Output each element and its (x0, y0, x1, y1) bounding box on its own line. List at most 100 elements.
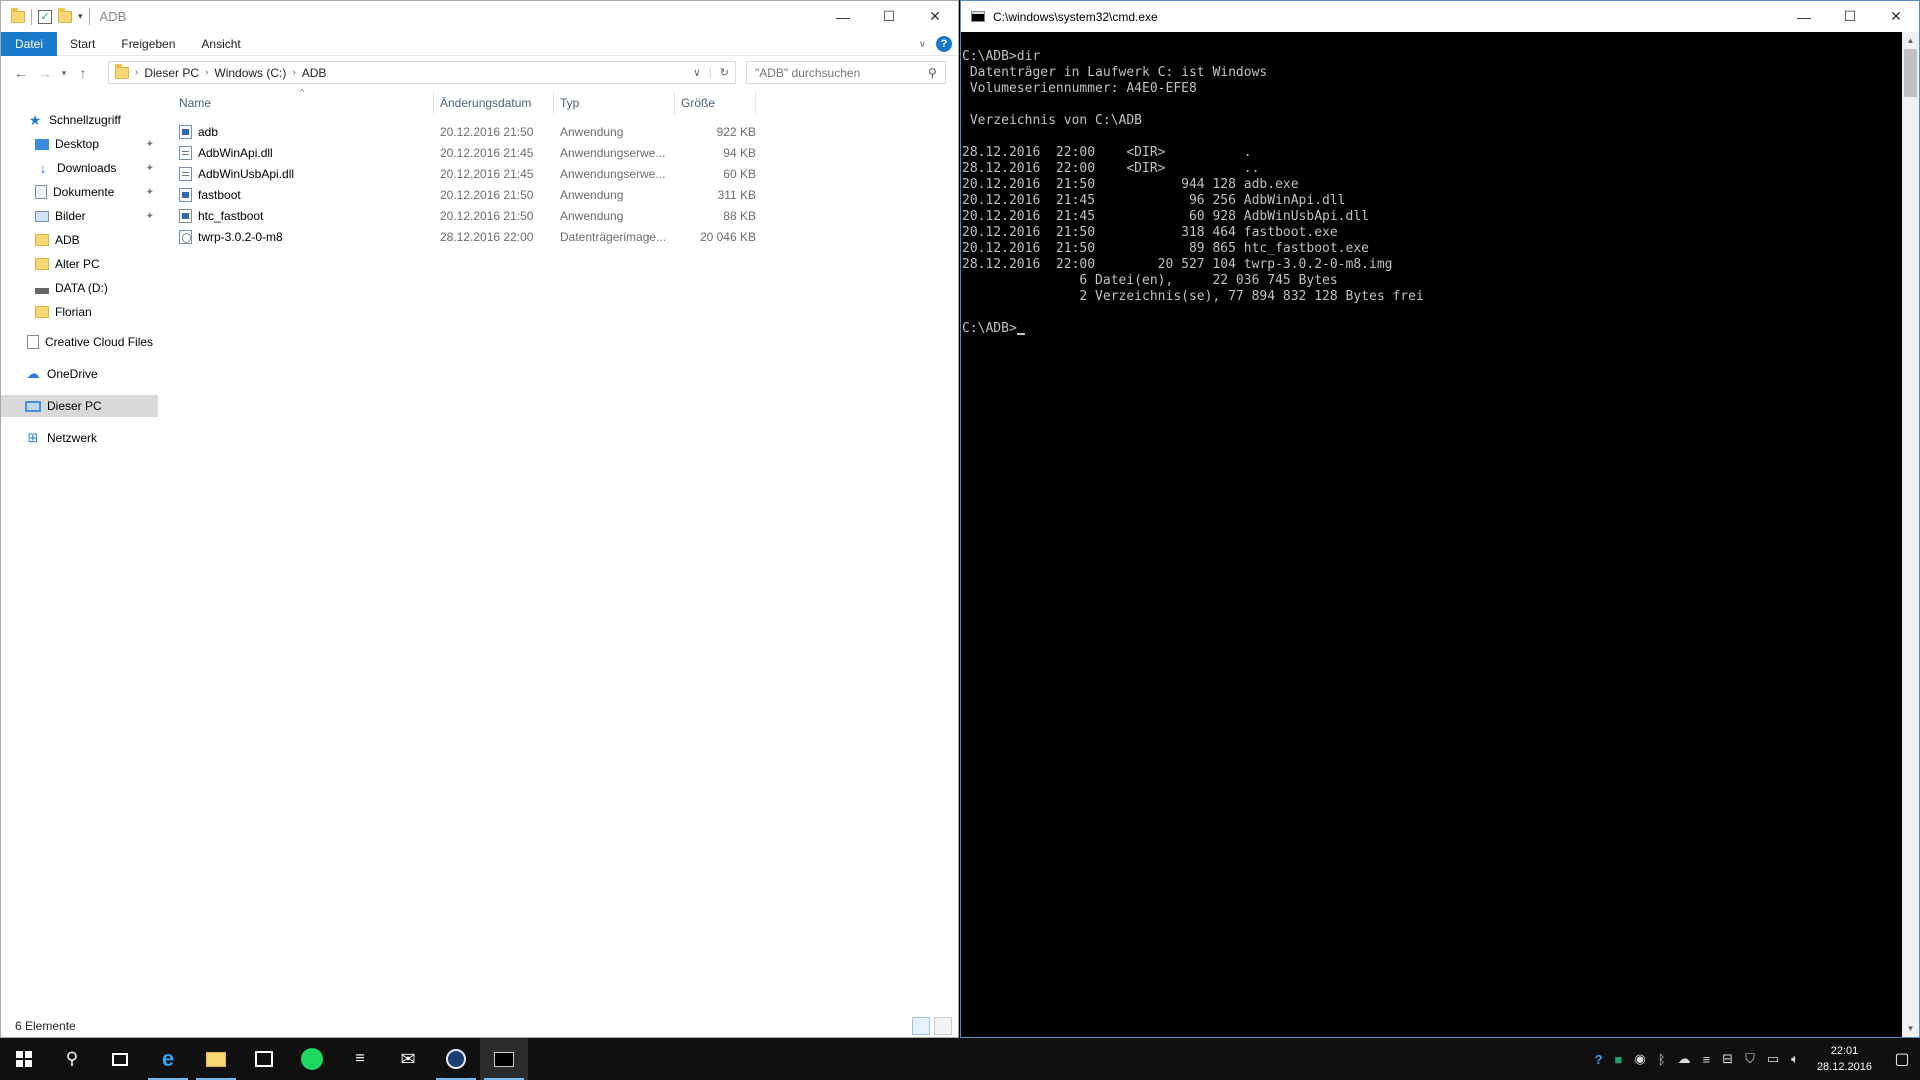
table-row[interactable]: AdbWinApi.dll 20.12.2016 21:45 Anwendung… (161, 142, 771, 163)
search-icon[interactable]: ⚲ (928, 66, 937, 80)
usb-icon[interactable]: ⊟ (1716, 1051, 1739, 1067)
taskbar-edge[interactable]: e (144, 1038, 192, 1080)
table-row[interactable]: fastboot 20.12.2016 21:50 Anwendung 311 … (161, 184, 771, 205)
column-header-name[interactable]: Name (161, 91, 434, 115)
file-name-text: AdbWinUsbApi.dll (198, 166, 295, 181)
ribbon-tabs: Datei Start Freigeben Ansicht ∨ ? (1, 31, 958, 56)
taskbar-forza[interactable]: ≡ (336, 1038, 384, 1080)
shield-icon[interactable]: ⛉ (1739, 1051, 1761, 1067)
breadcrumb-windows-c[interactable]: Windows (C:) (214, 66, 286, 80)
search-button[interactable]: ⚲ (48, 1038, 96, 1080)
nav-item-alter-pc[interactable]: Alter PC (1, 253, 158, 275)
forward-arrow-icon[interactable]: → (33, 65, 57, 81)
nav-item-florian[interactable]: Florian (1, 301, 158, 323)
ribbon-right: ∨ ? (919, 36, 952, 52)
taskbar-steam[interactable] (432, 1038, 480, 1080)
refresh-icon[interactable]: ↻ (720, 66, 729, 79)
nav-item-desktop[interactable]: Desktop ✦ (1, 133, 158, 155)
address-bar[interactable]: › Dieser PC › Windows (C:) › ADB ∨ | ↻ (108, 61, 736, 84)
scroll-thumb[interactable] (1904, 49, 1917, 97)
close-button[interactable]: ✕ (912, 1, 958, 32)
volume-icon[interactable]: 🔈︎ (1785, 1051, 1805, 1067)
pin-icon[interactable]: ✦ (146, 187, 154, 198)
help-icon[interactable]: ? (1589, 1052, 1609, 1067)
creative-cloud-icon (27, 335, 39, 349)
file-type: Anwendungserwe... (560, 145, 666, 160)
taskbar-spotify[interactable] (288, 1038, 336, 1080)
customize-qat-icon[interactable]: ▾ (78, 11, 83, 22)
tab-freigeben[interactable]: Freigeben (108, 32, 188, 56)
nav-creative-cloud[interactable]: Creative Cloud Files (1, 331, 158, 353)
chevron-right-icon[interactable]: › (292, 67, 295, 78)
nav-network[interactable]: ⊞ Netzwerk (1, 427, 158, 449)
address-row: ← → ▾ ↑ › Dieser PC › Windows (C:) › ADB… (1, 59, 958, 87)
task-view-button[interactable] (96, 1038, 144, 1080)
taskbar-explorer[interactable] (192, 1038, 240, 1080)
nav-item-data-d[interactable]: DATA (D:) (1, 277, 158, 299)
help-icon[interactable]: ? (936, 36, 952, 52)
search-input[interactable]: "ADB" durchsuchen (746, 61, 946, 84)
nav-onedrive[interactable]: ☁ OneDrive (1, 363, 158, 385)
recent-locations-icon[interactable]: ▾ (57, 68, 71, 79)
list-icon[interactable]: ≡ (1697, 1052, 1717, 1067)
back-arrow-icon[interactable]: ← (9, 65, 33, 81)
nav-item-bilder[interactable]: Bilder ✦ (1, 205, 158, 227)
application-icon (179, 208, 192, 223)
expand-ribbon-icon[interactable]: ∨ (919, 39, 926, 50)
nav-item-dokumente[interactable]: Dokumente ✦ (1, 181, 158, 203)
maximize-button[interactable]: ☐ (866, 1, 912, 32)
column-header-type[interactable]: Typ (554, 91, 675, 115)
nav-label: DATA (D:) (55, 281, 108, 295)
network-icon[interactable]: ▭ (1761, 1051, 1785, 1067)
tab-start[interactable]: Start (57, 32, 108, 56)
table-row[interactable]: twrp-3.0.2-0-m8 28.12.2016 22:00 Datentr… (161, 226, 771, 247)
nav-item-downloads[interactable]: ↓ Downloads ✦ (1, 157, 158, 179)
bluetooth-icon[interactable]: ᛒ (1652, 1052, 1672, 1067)
column-header-size[interactable]: Größe (675, 91, 756, 115)
nav-item-adb[interactable]: ADB (1, 229, 158, 251)
console-output[interactable]: C:\ADB>dir Datenträger in Laufwerk C: is… (961, 32, 1904, 1037)
cloud-icon[interactable]: ☁ (1672, 1051, 1697, 1067)
nav-this-pc[interactable]: Dieser PC (1, 395, 158, 417)
nav-quick-access[interactable]: ★ Schnellzugriff (1, 109, 158, 131)
chevron-right-icon[interactable]: › (205, 67, 208, 78)
minimize-button[interactable]: — (1781, 1, 1827, 32)
cmd-titlebar[interactable]: C:\windows\system32\cmd.exe — ☐ ✕ (961, 1, 1919, 32)
scroll-down-icon[interactable]: ▼ (1902, 1020, 1919, 1037)
large-icons-view-icon[interactable] (934, 1017, 952, 1035)
close-button[interactable]: ✕ (1873, 1, 1919, 32)
tab-ansicht[interactable]: Ansicht (188, 32, 253, 56)
taskbar-cmd[interactable] (480, 1038, 528, 1080)
table-row[interactable]: adb 20.12.2016 21:50 Anwendung 922 KB (161, 121, 771, 142)
scroll-up-icon[interactable]: ▲ (1902, 32, 1919, 49)
taskbar-mail[interactable]: ✉ (384, 1038, 432, 1080)
store-icon (255, 1051, 273, 1067)
table-row[interactable]: htc_fastboot 20.12.2016 21:50 Anwendung … (161, 205, 771, 226)
details-view-icon[interactable] (912, 1017, 930, 1035)
chevron-down-icon[interactable]: ∨ (693, 66, 701, 79)
start-button[interactable] (0, 1038, 48, 1080)
taskbar-store[interactable] (240, 1038, 288, 1080)
tab-datei[interactable]: Datei (1, 31, 58, 56)
minimize-button[interactable]: — (820, 1, 866, 32)
steam-tray-icon[interactable]: ◉ (1628, 1051, 1651, 1067)
properties-icon[interactable]: ✓ (38, 9, 52, 24)
column-header-date[interactable]: Änderungsdatum (434, 91, 554, 115)
table-row[interactable]: AdbWinUsbApi.dll 20.12.2016 21:45 Anwend… (161, 163, 771, 184)
up-arrow-icon[interactable]: ↑ (71, 65, 95, 81)
clock[interactable]: 22:01 28.12.2016 (1805, 1043, 1884, 1075)
action-center-icon[interactable]: ▢ (1884, 1038, 1920, 1080)
pin-icon[interactable]: ✦ (146, 211, 154, 222)
file-name: AdbWinApi.dll (179, 142, 273, 163)
explorer-titlebar[interactable]: ✓ ▾ ADB — ☐ ✕ (1, 1, 958, 32)
file-size: 94 KB (723, 145, 756, 160)
breadcrumb-dieser-pc[interactable]: Dieser PC (144, 66, 199, 80)
app-tray-icon[interactable]: ■ (1609, 1052, 1629, 1067)
breadcrumb-adb[interactable]: ADB (302, 66, 327, 80)
vertical-scrollbar[interactable]: ▲ ▼ (1902, 32, 1919, 1037)
new-folder-icon[interactable] (58, 7, 72, 23)
maximize-button[interactable]: ☐ (1827, 1, 1873, 32)
pin-icon[interactable]: ✦ (146, 139, 154, 150)
chevron-right-icon[interactable]: › (135, 67, 138, 78)
pin-icon[interactable]: ✦ (146, 163, 154, 174)
